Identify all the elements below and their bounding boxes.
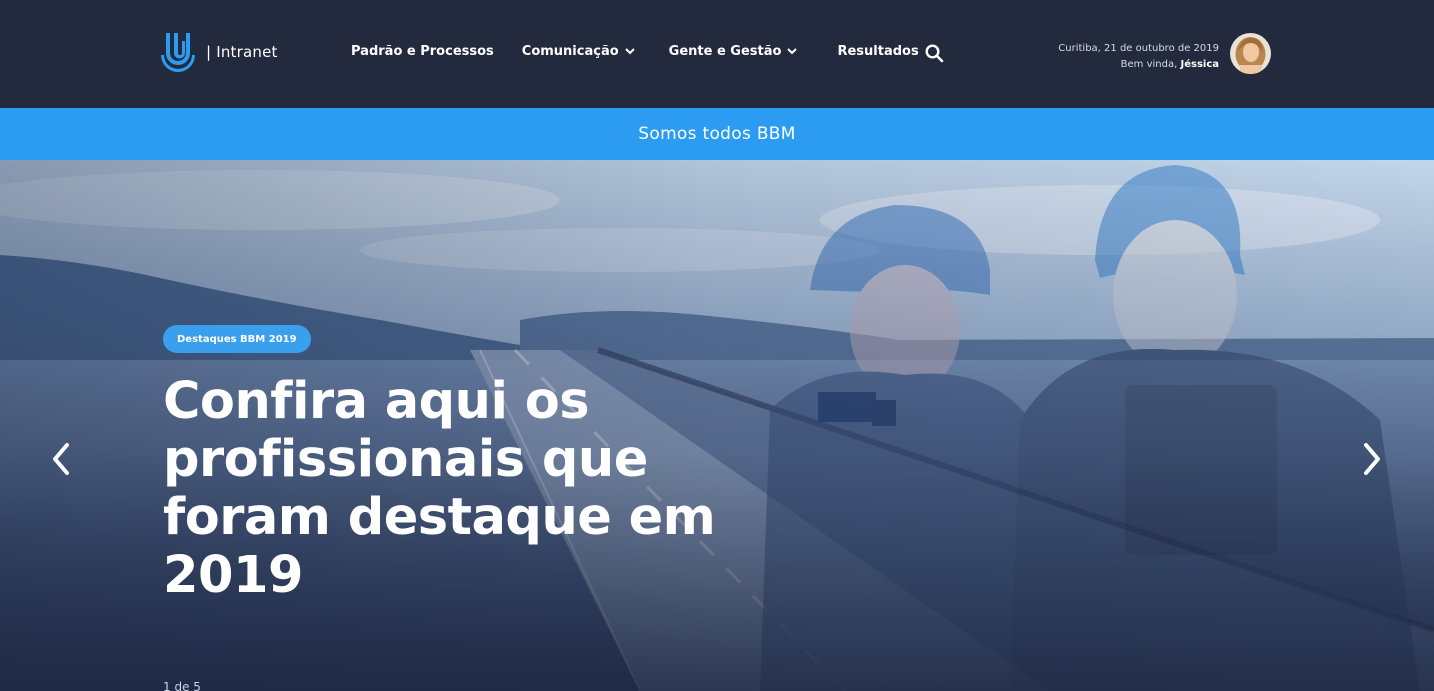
welcome-prefix: Bem vinda, <box>1120 59 1181 70</box>
chevron-down-icon <box>624 44 635 59</box>
chevron-down-icon <box>787 44 798 59</box>
tagline-banner: Somos todos BBM <box>0 108 1434 160</box>
welcome-line: Bem vinda, Jéssica <box>1058 57 1219 73</box>
slide-counter: 1 de 5 <box>163 680 201 691</box>
category-badge[interactable]: Destaques BBM 2019 <box>163 325 311 353</box>
nav-label: Resultados <box>837 44 919 59</box>
avatar[interactable] <box>1230 33 1271 74</box>
main-nav: Padrão e Processos Comunicação Gente e G… <box>351 44 919 59</box>
nav-comunicacao[interactable]: Comunicação <box>522 44 635 59</box>
nav-label: Padrão e Processos <box>351 44 494 59</box>
nav-resultados[interactable]: Resultados <box>837 44 918 59</box>
top-header: | Intranet Padrão e Processos Comunicaçã… <box>0 0 1434 108</box>
nav-gente-gestao[interactable]: Gente e Gestão <box>669 44 798 59</box>
logo-text: | Intranet <box>206 43 278 61</box>
hero-headline[interactable]: Confira aqui os profissionais que foram … <box>163 373 763 605</box>
chevron-left-icon[interactable] <box>50 442 72 480</box>
logo[interactable]: | Intranet <box>160 31 278 73</box>
chevron-right-icon[interactable] <box>1361 442 1383 480</box>
search-icon[interactable] <box>925 44 944 67</box>
nav-label: Gente e Gestão <box>668 44 782 59</box>
bbm-logo-icon <box>161 33 195 72</box>
user-greeting: Curitiba, 21 de outubro de 2019 Bem vind… <box>1058 41 1219 73</box>
hero-slider: Destaques BBM 2019 Confira aqui os profi… <box>0 160 1434 691</box>
user-name: Jéssica <box>1180 59 1219 70</box>
date-location: Curitiba, 21 de outubro de 2019 <box>1058 43 1219 54</box>
nav-padrao-processos[interactable]: Padrão e Processos <box>351 44 494 59</box>
nav-label: Comunicação <box>521 44 619 59</box>
tagline-text: Somos todos BBM <box>638 124 796 144</box>
